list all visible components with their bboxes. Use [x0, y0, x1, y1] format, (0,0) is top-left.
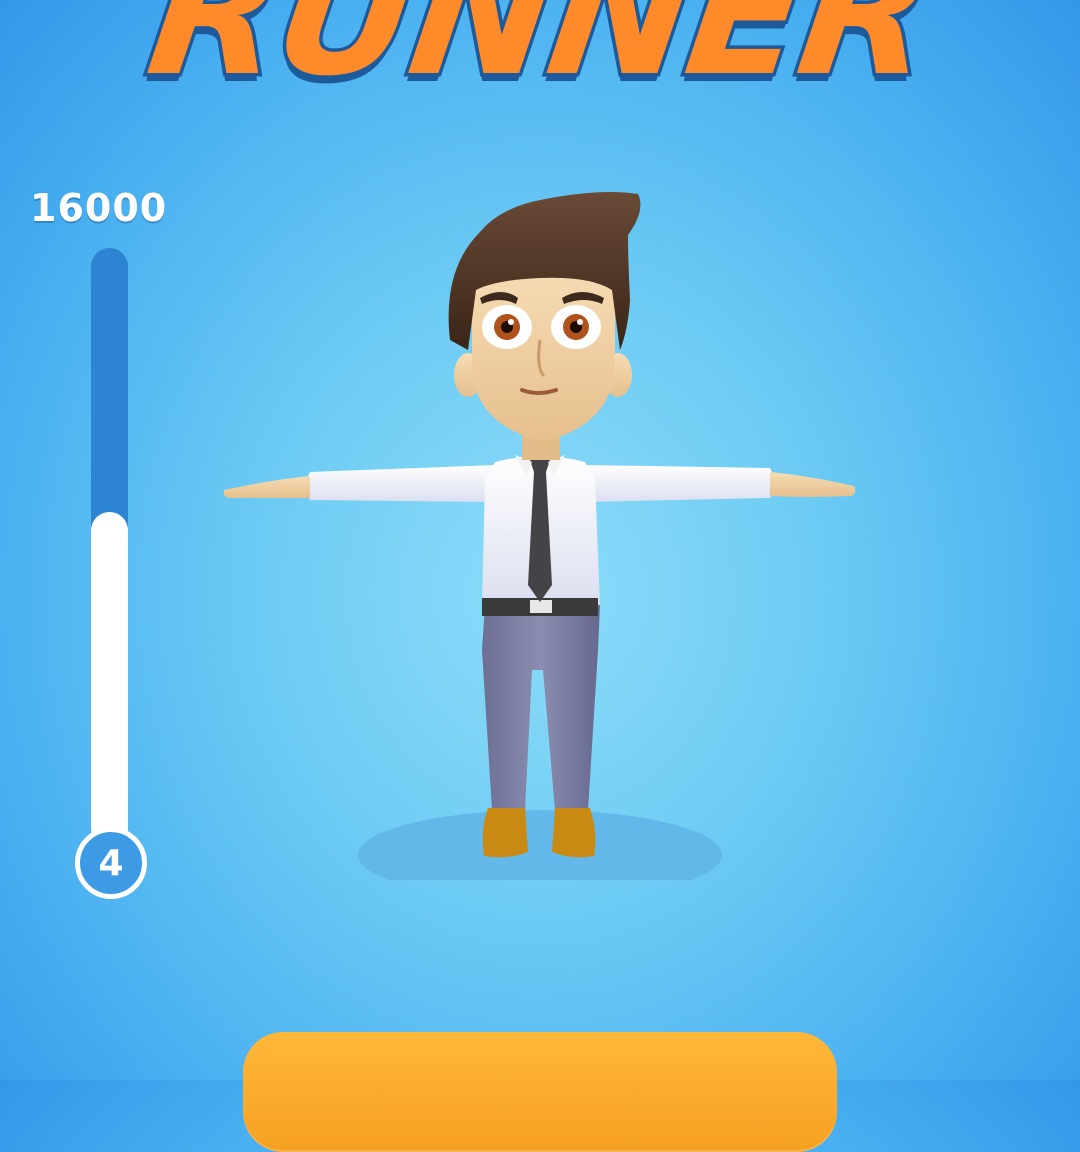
ground-shadow: [358, 810, 722, 880]
progress-bar: [91, 248, 128, 848]
level-badge: 4: [75, 827, 147, 899]
character-left-arm: [306, 465, 495, 502]
play-button[interactable]: [243, 1032, 837, 1152]
progress-bar-fill: [91, 512, 128, 848]
score-label: 16000: [30, 186, 168, 230]
game-title-logo: RUNNER: [134, 0, 945, 118]
character-belt-buckle: [530, 600, 552, 613]
character-model: [223, 192, 856, 880]
character-right-hand: [770, 472, 856, 497]
character-left-hand: [223, 476, 310, 498]
character-left-shoe: [482, 808, 528, 858]
character-right-arm: [585, 465, 774, 502]
character-right-shoe: [552, 808, 596, 858]
character-pants: [482, 605, 600, 810]
